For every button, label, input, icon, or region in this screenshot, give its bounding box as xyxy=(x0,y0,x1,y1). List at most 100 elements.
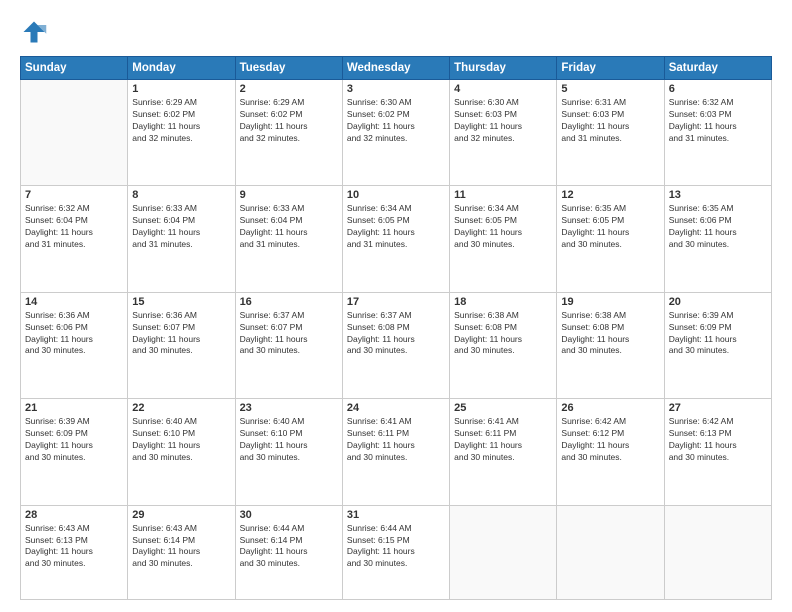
day-info: Sunrise: 6:37 AM Sunset: 6:07 PM Dayligh… xyxy=(240,310,338,358)
day-info: Sunrise: 6:35 AM Sunset: 6:06 PM Dayligh… xyxy=(669,203,767,251)
day-info: Sunrise: 6:37 AM Sunset: 6:08 PM Dayligh… xyxy=(347,310,445,358)
calendar-cell: 9 Sunrise: 6:33 AM Sunset: 6:04 PM Daylig… xyxy=(235,186,342,292)
header xyxy=(20,18,772,46)
calendar-cell: 18Sunrise: 6:38 AM Sunset: 6:08 PM Dayli… xyxy=(450,292,557,398)
day-info: Sunrise: 6:41 AM Sunset: 6:11 PM Dayligh… xyxy=(347,416,445,464)
day-number: 17 xyxy=(347,296,445,308)
calendar-cell: 12 Sunrise: 6:35 AM Sunset: 6:05 PM Dayli… xyxy=(557,186,664,292)
day-number: 4 xyxy=(454,83,552,95)
day-info: Sunrise: 6:41 AM Sunset: 6:11 PM Dayligh… xyxy=(454,416,552,464)
day-info: Sunrise: 6:42 AM Sunset: 6:13 PM Dayligh… xyxy=(669,416,767,464)
day-number: 27 xyxy=(669,402,767,414)
calendar-cell: 3 Sunrise: 6:30 AM Sunset: 6:02 PM Daylig… xyxy=(342,80,449,186)
calendar-cell: 22Sunrise: 6:40 AM Sunset: 6:10 PM Dayli… xyxy=(128,399,235,505)
day-info: Sunrise: 6:39 AM Sunset: 6:09 PM Dayligh… xyxy=(25,416,123,464)
calendar-cell xyxy=(664,505,771,599)
day-info: Sunrise: 6:38 AM Sunset: 6:08 PM Dayligh… xyxy=(561,310,659,358)
day-number: 23 xyxy=(240,402,338,414)
day-info: Sunrise: 6:33 AM Sunset: 6:04 PM Dayligh… xyxy=(132,203,230,251)
day-number: 19 xyxy=(561,296,659,308)
calendar-week-row: 14 Sunrise: 6:36 AM Sunset: 6:06 PM Dayli… xyxy=(21,292,772,398)
calendar-header-wednesday: Wednesday xyxy=(342,57,449,80)
calendar-cell: 19 Sunrise: 6:38 AM Sunset: 6:08 PM Dayli… xyxy=(557,292,664,398)
calendar-cell: 27 Sunrise: 6:42 AM Sunset: 6:13 PM Dayli… xyxy=(664,399,771,505)
calendar-cell: 14 Sunrise: 6:36 AM Sunset: 6:06 PM Dayli… xyxy=(21,292,128,398)
day-number: 10 xyxy=(347,189,445,201)
calendar-cell: 13 Sunrise: 6:35 AM Sunset: 6:06 PM Dayli… xyxy=(664,186,771,292)
calendar-cell: 16 Sunrise: 6:37 AM Sunset: 6:07 PM Dayli… xyxy=(235,292,342,398)
day-number: 31 xyxy=(347,509,445,521)
calendar-cell: 15 Sunrise: 6:36 AM Sunset: 6:07 PM Dayli… xyxy=(128,292,235,398)
calendar-week-row: 7Sunrise: 6:32 AM Sunset: 6:04 PM Daylig… xyxy=(21,186,772,292)
calendar-cell: 24 Sunrise: 6:41 AM Sunset: 6:11 PM Dayli… xyxy=(342,399,449,505)
day-number: 1 xyxy=(132,83,230,95)
calendar-week-row: 28Sunrise: 6:43 AM Sunset: 6:13 PM Dayli… xyxy=(21,505,772,599)
calendar-header-sunday: Sunday xyxy=(21,57,128,80)
calendar-cell: 26Sunrise: 6:42 AM Sunset: 6:12 PM Dayli… xyxy=(557,399,664,505)
day-number: 20 xyxy=(669,296,767,308)
calendar-header-tuesday: Tuesday xyxy=(235,57,342,80)
day-number: 30 xyxy=(240,509,338,521)
day-info: Sunrise: 6:30 AM Sunset: 6:02 PM Dayligh… xyxy=(347,97,445,145)
day-info: Sunrise: 6:34 AM Sunset: 6:05 PM Dayligh… xyxy=(454,203,552,251)
day-info: Sunrise: 6:38 AM Sunset: 6:08 PM Dayligh… xyxy=(454,310,552,358)
calendar-header-saturday: Saturday xyxy=(664,57,771,80)
day-info: Sunrise: 6:35 AM Sunset: 6:05 PM Dayligh… xyxy=(561,203,659,251)
day-number: 3 xyxy=(347,83,445,95)
day-number: 9 xyxy=(240,189,338,201)
calendar-cell: 31 Sunrise: 6:44 AM Sunset: 6:15 PM Dayli… xyxy=(342,505,449,599)
calendar-cell: 29Sunrise: 6:43 AM Sunset: 6:14 PM Dayli… xyxy=(128,505,235,599)
day-number: 5 xyxy=(561,83,659,95)
calendar-cell: 2 Sunrise: 6:29 AM Sunset: 6:02 PM Daylig… xyxy=(235,80,342,186)
calendar-cell: 6Sunrise: 6:32 AM Sunset: 6:03 PM Daylig… xyxy=(664,80,771,186)
day-number: 14 xyxy=(25,296,123,308)
calendar-header-monday: Monday xyxy=(128,57,235,80)
day-info: Sunrise: 6:29 AM Sunset: 6:02 PM Dayligh… xyxy=(132,97,230,145)
day-number: 15 xyxy=(132,296,230,308)
day-number: 24 xyxy=(347,402,445,414)
day-number: 26 xyxy=(561,402,659,414)
day-number: 21 xyxy=(25,402,123,414)
day-info: Sunrise: 6:36 AM Sunset: 6:06 PM Dayligh… xyxy=(25,310,123,358)
day-info: Sunrise: 6:29 AM Sunset: 6:02 PM Dayligh… xyxy=(240,97,338,145)
calendar-cell: 11 Sunrise: 6:34 AM Sunset: 6:05 PM Dayli… xyxy=(450,186,557,292)
day-info: Sunrise: 6:40 AM Sunset: 6:10 PM Dayligh… xyxy=(240,416,338,464)
day-number: 13 xyxy=(669,189,767,201)
calendar-week-row: 21 Sunrise: 6:39 AM Sunset: 6:09 PM Dayli… xyxy=(21,399,772,505)
day-number: 6 xyxy=(669,83,767,95)
calendar-cell: 5 Sunrise: 6:31 AM Sunset: 6:03 PM Daylig… xyxy=(557,80,664,186)
page: SundayMondayTuesdayWednesdayThursdayFrid… xyxy=(0,0,792,612)
day-number: 25 xyxy=(454,402,552,414)
calendar-cell: 1 Sunrise: 6:29 AM Sunset: 6:02 PM Daylig… xyxy=(128,80,235,186)
calendar-cell: 4Sunrise: 6:30 AM Sunset: 6:03 PM Daylig… xyxy=(450,80,557,186)
day-number: 12 xyxy=(561,189,659,201)
day-number: 2 xyxy=(240,83,338,95)
day-number: 16 xyxy=(240,296,338,308)
logo-icon xyxy=(20,18,48,46)
calendar-cell xyxy=(450,505,557,599)
logo xyxy=(20,18,52,46)
calendar-cell: 17 Sunrise: 6:37 AM Sunset: 6:08 PM Dayli… xyxy=(342,292,449,398)
calendar-cell: 8 Sunrise: 6:33 AM Sunset: 6:04 PM Daylig… xyxy=(128,186,235,292)
day-number: 7 xyxy=(25,189,123,201)
calendar-week-row: 1 Sunrise: 6:29 AM Sunset: 6:02 PM Daylig… xyxy=(21,80,772,186)
day-info: Sunrise: 6:34 AM Sunset: 6:05 PM Dayligh… xyxy=(347,203,445,251)
day-info: Sunrise: 6:33 AM Sunset: 6:04 PM Dayligh… xyxy=(240,203,338,251)
calendar-header-friday: Friday xyxy=(557,57,664,80)
day-number: 8 xyxy=(132,189,230,201)
calendar-header-row: SundayMondayTuesdayWednesdayThursdayFrid… xyxy=(21,57,772,80)
day-number: 29 xyxy=(132,509,230,521)
calendar-cell: 25 Sunrise: 6:41 AM Sunset: 6:11 PM Dayli… xyxy=(450,399,557,505)
day-info: Sunrise: 6:44 AM Sunset: 6:14 PM Dayligh… xyxy=(240,523,338,571)
day-info: Sunrise: 6:44 AM Sunset: 6:15 PM Dayligh… xyxy=(347,523,445,571)
calendar-cell: 10 Sunrise: 6:34 AM Sunset: 6:05 PM Dayli… xyxy=(342,186,449,292)
day-info: Sunrise: 6:36 AM Sunset: 6:07 PM Dayligh… xyxy=(132,310,230,358)
day-info: Sunrise: 6:31 AM Sunset: 6:03 PM Dayligh… xyxy=(561,97,659,145)
day-number: 22 xyxy=(132,402,230,414)
calendar-cell: 20 Sunrise: 6:39 AM Sunset: 6:09 PM Dayli… xyxy=(664,292,771,398)
day-number: 28 xyxy=(25,509,123,521)
day-info: Sunrise: 6:39 AM Sunset: 6:09 PM Dayligh… xyxy=(669,310,767,358)
day-number: 11 xyxy=(454,189,552,201)
calendar-table: SundayMondayTuesdayWednesdayThursdayFrid… xyxy=(20,56,772,600)
calendar-cell: 28Sunrise: 6:43 AM Sunset: 6:13 PM Dayli… xyxy=(21,505,128,599)
